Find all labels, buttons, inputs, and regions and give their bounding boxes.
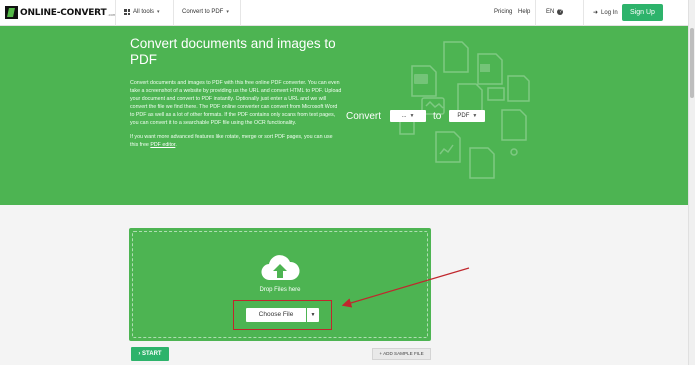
help-icon: ?	[557, 9, 564, 15]
pdf-editor-link[interactable]: PDF editor	[150, 142, 175, 148]
hero-section: Convert documents and images to PDF Conv…	[0, 26, 688, 205]
scrollbar-thumb[interactable]	[690, 28, 694, 98]
convert-label: Convert	[346, 110, 382, 122]
nav-divider	[583, 0, 584, 26]
pricing-label: Pricing	[494, 9, 513, 15]
source-format-value: ...	[401, 113, 407, 119]
all-tools-label: All tools	[133, 9, 155, 15]
description-text: .	[175, 142, 177, 149]
all-tools-menu[interactable]: All tools ▾	[124, 9, 160, 15]
login-label: Log In	[601, 9, 618, 16]
page-title: Convert documents and images to PDF	[130, 36, 336, 67]
hero-description: Convert documents and images to PDF with…	[130, 80, 342, 150]
start-button[interactable]: › START	[131, 347, 169, 361]
grid-icon	[124, 9, 130, 15]
nav-divider	[240, 0, 241, 26]
chevron-down-icon: ▼	[472, 113, 478, 119]
convert-to-pdf-menu[interactable]: Convert to PDF ▾	[182, 9, 229, 15]
site-logo[interactable]: ONLINE-CONVERT .com	[5, 6, 116, 19]
description-paragraph: Convert documents and images to PDF with…	[130, 80, 342, 126]
source-format-select[interactable]: ... ▼	[390, 110, 427, 122]
login-link[interactable]: ➜ Log In	[593, 9, 618, 17]
to-label: to	[433, 110, 442, 122]
nav-divider	[173, 0, 174, 26]
pricing-link[interactable]: Pricing	[494, 9, 512, 15]
chevron-down-icon: ▾	[226, 9, 229, 15]
description-paragraph: If you want more advanced features like …	[130, 134, 342, 150]
logo-text: ONLINE-CONVERT	[20, 7, 107, 18]
language-selector[interactable]: EN ?	[546, 9, 564, 15]
language-label: EN	[546, 9, 555, 15]
login-icon: ➜	[593, 10, 599, 16]
add-sample-label: ADD SAMPLE FILE	[383, 351, 424, 356]
chevron-down-icon: ▾	[157, 9, 160, 15]
nav-divider	[115, 0, 116, 26]
logo-icon	[5, 6, 18, 19]
top-navbar: ONLINE-CONVERT .com All tools ▾ Convert …	[0, 0, 688, 26]
convert-selector-row: Convert ... ▼ to PDF ▼	[346, 110, 486, 122]
cloud-upload-icon	[261, 255, 300, 281]
signup-button[interactable]: Sign Up	[622, 4, 663, 21]
chevron-down-icon: ▼	[409, 113, 415, 119]
annotation-highlight-box	[233, 300, 332, 330]
help-link[interactable]: Help	[518, 9, 530, 15]
drop-files-text: Drop Files here	[259, 287, 301, 293]
target-format-value: PDF	[457, 113, 470, 119]
add-sample-file-button[interactable]: + ADD SAMPLE FILE	[372, 348, 431, 360]
start-label: START	[142, 351, 162, 357]
help-label: Help	[518, 9, 531, 15]
convert-to-pdf-label: Convert to PDF	[182, 9, 224, 15]
target-format-select[interactable]: PDF ▼	[449, 110, 486, 122]
nav-divider	[535, 0, 536, 26]
